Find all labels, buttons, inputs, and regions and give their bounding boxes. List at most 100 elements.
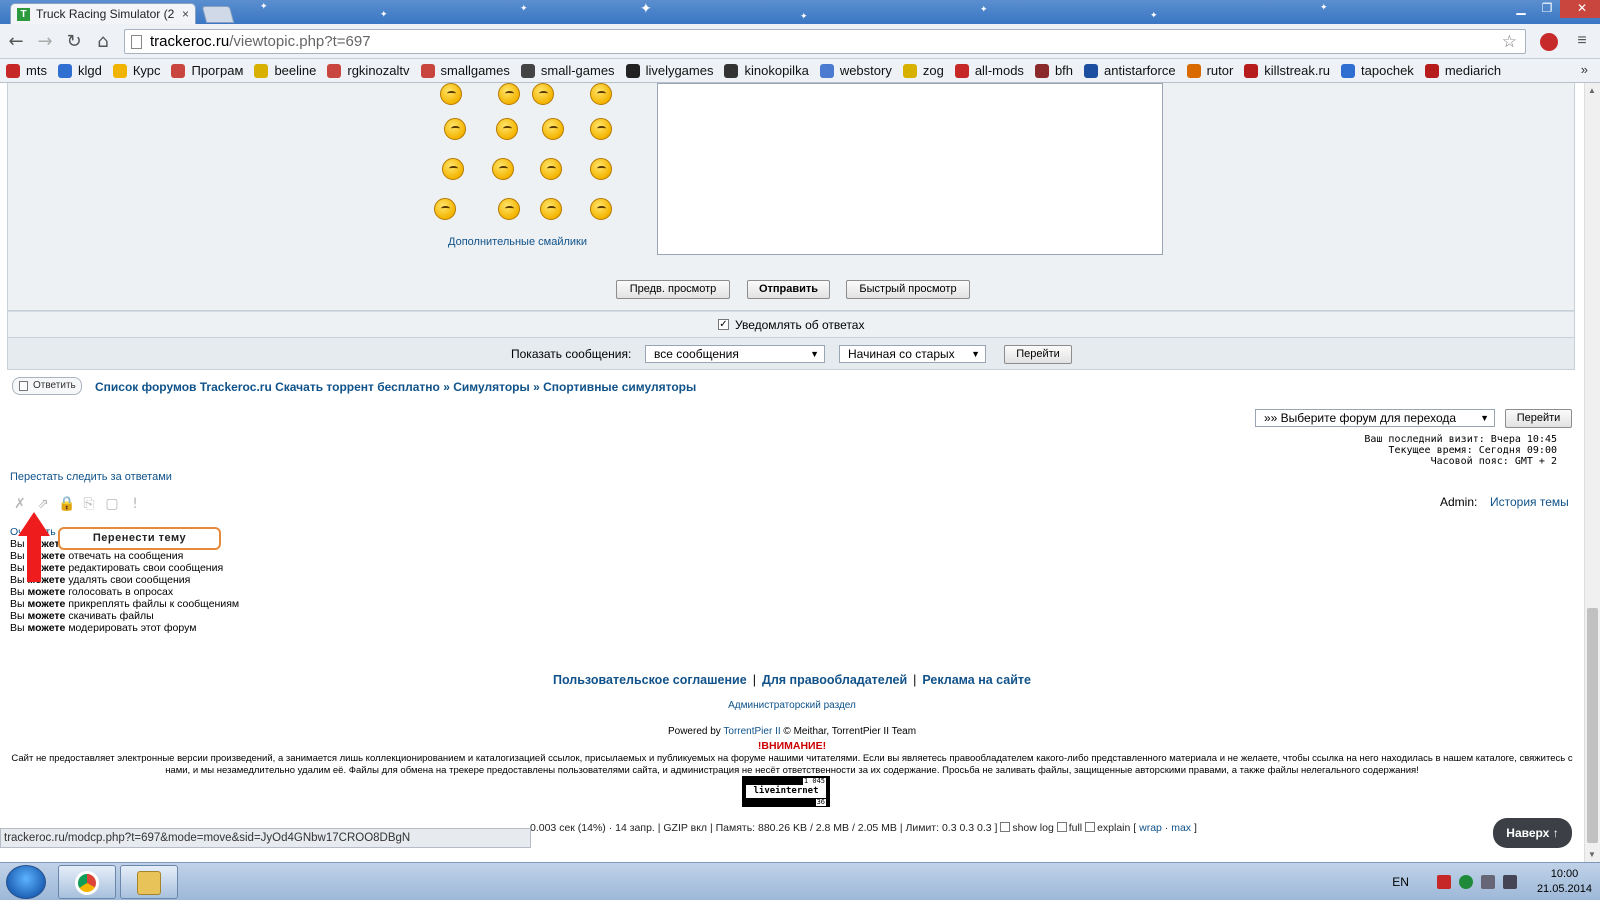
pin-topic-icon[interactable]: ! [127,496,143,512]
bookmark-item[interactable]: zog [902,63,944,78]
bookmark-item[interactable]: mts [6,63,47,78]
lock-icon[interactable]: 🔒 [58,496,75,512]
clock[interactable]: 10:00 21.05.2014 [1537,867,1592,897]
bookmark-item[interactable]: mediarich [1424,63,1501,78]
reload-icon[interactable]: ↻ [63,31,85,53]
advertising-link[interactable]: Реклама на сайте [922,673,1031,687]
bookmark-item[interactable]: beeline [254,63,316,78]
smiley-icon[interactable] [434,198,456,220]
smiley-icon[interactable] [590,118,612,140]
bookmark-item[interactable]: Курс [112,63,160,78]
menu-icon[interactable]: ≡ [1574,32,1590,50]
topic-history-link[interactable]: История темы [1490,495,1569,509]
bookmark-item[interactable]: small-games [520,63,615,78]
unwatch-topic-link[interactable]: Перестать следить за ответами [10,471,172,483]
forum-jump-go-button[interactable]: Перейти [1505,409,1572,428]
max-link[interactable]: max [1171,822,1191,834]
address-bar[interactable]: trackeroc.ru /viewtopic.php?t=697 ☆ [124,29,1526,54]
bookmarks-more-icon[interactable]: » [1581,62,1588,77]
bookmark-item[interactable]: livelygames [625,63,713,78]
smiley-icon[interactable] [444,118,466,140]
split-topic-icon[interactable]: ⎘ [81,496,97,512]
smiley-icon[interactable] [496,118,518,140]
debug-stats-text: 0.003 сек (14%) · 14 запр. | GZIP вкл | … [530,822,998,834]
smiley-icon[interactable] [492,158,514,180]
quick-preview-button[interactable]: Быстрый просмотр [846,280,970,299]
preview-button[interactable]: Предв. просмотр [616,280,730,299]
bookmark-item[interactable]: rgkinozaltv [327,63,410,78]
forum-jump-select[interactable]: »» Выберите форум для перехода ▼ [1255,409,1495,427]
taskbar-chrome[interactable] [58,865,116,899]
bookmark-item[interactable]: webstory [819,63,892,78]
merge-topic-icon[interactable]: ▢ [104,496,120,512]
more-smilies-link[interactable]: Дополнительные смайлики [448,236,587,248]
bookmark-item[interactable]: antistarforce [1084,63,1176,78]
maximize-icon[interactable]: ❐ [1534,0,1560,18]
bookmark-item[interactable]: smallgames [420,63,510,78]
bookmark-star-icon[interactable]: ☆ [1502,32,1517,52]
notify-checkbox[interactable]: ✓ [718,319,729,330]
breadcrumb-sport-simulators[interactable]: Спортивные симуляторы [543,380,696,394]
page-scrollbar[interactable]: ▲ ▼ [1584,83,1600,862]
full-checkbox[interactable] [1056,822,1067,832]
window-close-icon[interactable]: ✕ [1560,0,1600,18]
scrollbar-thumb[interactable] [1587,608,1598,843]
volume-icon[interactable] [1502,875,1517,889]
messages-select[interactable]: все сообщения ▼ [645,345,825,363]
notify-label: Уведомлять об ответах [735,318,865,332]
smiley-icon[interactable] [440,83,462,105]
bookmark-item[interactable]: bfh [1034,63,1073,78]
taskbar-explorer[interactable] [120,865,178,899]
tray-app-icon[interactable] [1458,875,1473,889]
bookmark-item[interactable]: Програм [171,63,243,78]
copyright-holders-link[interactable]: Для правообладателей [762,673,907,687]
extension-stop-icon[interactable] [1540,33,1558,51]
tray-flag-icon[interactable] [1436,875,1451,889]
reply-button[interactable]: Ответить [12,377,82,395]
torrentpier-link[interactable]: TorrentPier II [723,726,780,737]
explain-checkbox[interactable] [1085,822,1096,832]
smiley-icon[interactable] [590,83,612,105]
scroll-up-icon[interactable]: ▲ [1588,86,1596,95]
bookmark-item[interactable]: all-mods [954,63,1024,78]
bookmark-item[interactable]: klgd [57,63,102,78]
smiley-icon[interactable] [540,198,562,220]
scroll-down-icon[interactable]: ▼ [1588,850,1596,859]
smiley-icon[interactable] [498,198,520,220]
bookmark-item[interactable]: tapochek [1341,63,1414,78]
go-button[interactable]: Перейти [1004,345,1072,364]
smiley-icon[interactable] [542,118,564,140]
bookmark-item[interactable]: killstreak.ru [1244,63,1330,78]
showlog-checkbox[interactable] [1000,822,1011,832]
breadcrumb-simulators[interactable]: Симуляторы [453,380,530,394]
smiley-icon[interactable] [442,158,464,180]
admin-section-link[interactable]: Администраторский раздел [0,700,1584,711]
tab-close-icon[interactable]: × [182,7,189,21]
back-arrow-icon[interactable]: ← [5,31,27,53]
home-icon[interactable]: ⌂ [92,31,114,53]
back-to-top-button[interactable]: Наверх ↑ [1493,818,1572,848]
message-textarea[interactable] [657,83,1163,255]
bookmark-item[interactable]: rutor [1186,63,1233,78]
wrap-link[interactable]: wrap [1139,822,1162,834]
smiley-icon[interactable] [498,83,520,105]
minimize-icon[interactable]: ▁ [1508,0,1534,18]
bookmark-item[interactable]: kinokopilka [724,63,809,78]
url-host: trackeroc.ru [150,33,230,50]
smiley-icon[interactable] [590,158,612,180]
breadcrumb-forum-list[interactable]: Список форумов Trackeroc.ru Скачать торр… [95,380,440,394]
language-indicator[interactable]: EN [1392,875,1409,889]
order-select[interactable]: Начиная со старых ▼ [839,345,986,363]
browser-tab[interactable]: T Truck Racing Simulator (2 × [10,3,196,24]
smiley-icon[interactable] [590,198,612,220]
windows-taskbar: EN 10:00 21.05.2014 [0,862,1600,900]
submit-button[interactable]: Отправить [747,280,830,299]
liveinternet-counter[interactable]: 1 045 liveinternet 36 [742,776,830,807]
forward-arrow-icon[interactable]: → [34,31,56,53]
network-icon[interactable] [1480,875,1495,889]
start-button[interactable] [6,865,46,899]
new-tab-button[interactable] [201,6,235,23]
smiley-icon[interactable] [532,83,554,105]
smiley-icon[interactable] [540,158,562,180]
user-agreement-link[interactable]: Пользовательское соглашение [553,673,747,687]
